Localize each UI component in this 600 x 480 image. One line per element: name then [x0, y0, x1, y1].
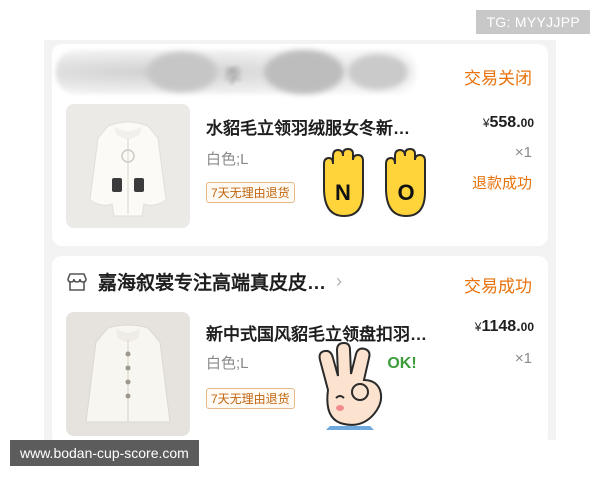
store-icon	[67, 272, 87, 291]
order-card[interactable]: 季 交易关闭 水貂毛立领羽绒服女冬新… 白色;L 7天无理由退货 ¥558.00…	[52, 44, 548, 246]
currency-symbol: ¥	[482, 116, 490, 130]
price-decimal: 00	[520, 320, 534, 334]
price-integer: 558.	[489, 114, 521, 131]
telegram-watermark: TG: MYYJJPP	[476, 10, 590, 34]
product-image[interactable]	[66, 312, 190, 436]
order-card[interactable]: 嘉海叙裳专注高端真皮皮… › 交易成功 新中式国风貂毛立领盘扣羽… 白色;L 7…	[52, 256, 548, 446]
ok-text: OK!	[387, 355, 416, 372]
product-quantity: ×1	[514, 350, 532, 367]
blur-blob	[348, 54, 408, 90]
product-spec: 白色;L	[206, 151, 249, 168]
ok-hand-icon	[318, 341, 383, 430]
no-letter-o: O	[397, 180, 414, 205]
order-status: 交易成功	[464, 277, 532, 296]
blurred-store-text: 季	[224, 66, 242, 86]
product-price: ¥1148.00	[475, 318, 534, 336]
product-image[interactable]	[66, 104, 190, 228]
ok-hand-sticker: OK!	[318, 341, 417, 430]
product-spec: 白色;L	[206, 355, 249, 372]
order-status: 交易关闭	[464, 69, 532, 88]
no-hands-sticker: N O	[323, 148, 426, 218]
product-title[interactable]: 水貂毛立领羽绒服女冬新…	[206, 114, 410, 139]
store-header[interactable]: 嘉海叙裳专注高端真皮皮… ›	[66, 268, 342, 295]
refund-status[interactable]: 退款成功	[472, 172, 532, 193]
site-watermark: www.bodan-cup-score.com	[10, 440, 199, 466]
no-letter-n: N	[335, 180, 351, 205]
blur-blob	[147, 52, 217, 92]
product-quantity: ×1	[514, 144, 532, 161]
store-name[interactable]: 嘉海叙裳专注高端真皮皮…	[98, 268, 326, 295]
product-price: ¥558.00	[483, 114, 534, 132]
return-policy-tag: 7天无理由退货	[206, 182, 295, 203]
price-integer: 1148.	[481, 318, 521, 335]
blur-blob	[264, 50, 344, 94]
price-decimal: 00	[520, 116, 534, 130]
chevron-right-icon: ›	[336, 271, 343, 291]
return-policy-tag: 7天无理由退货	[206, 388, 295, 409]
